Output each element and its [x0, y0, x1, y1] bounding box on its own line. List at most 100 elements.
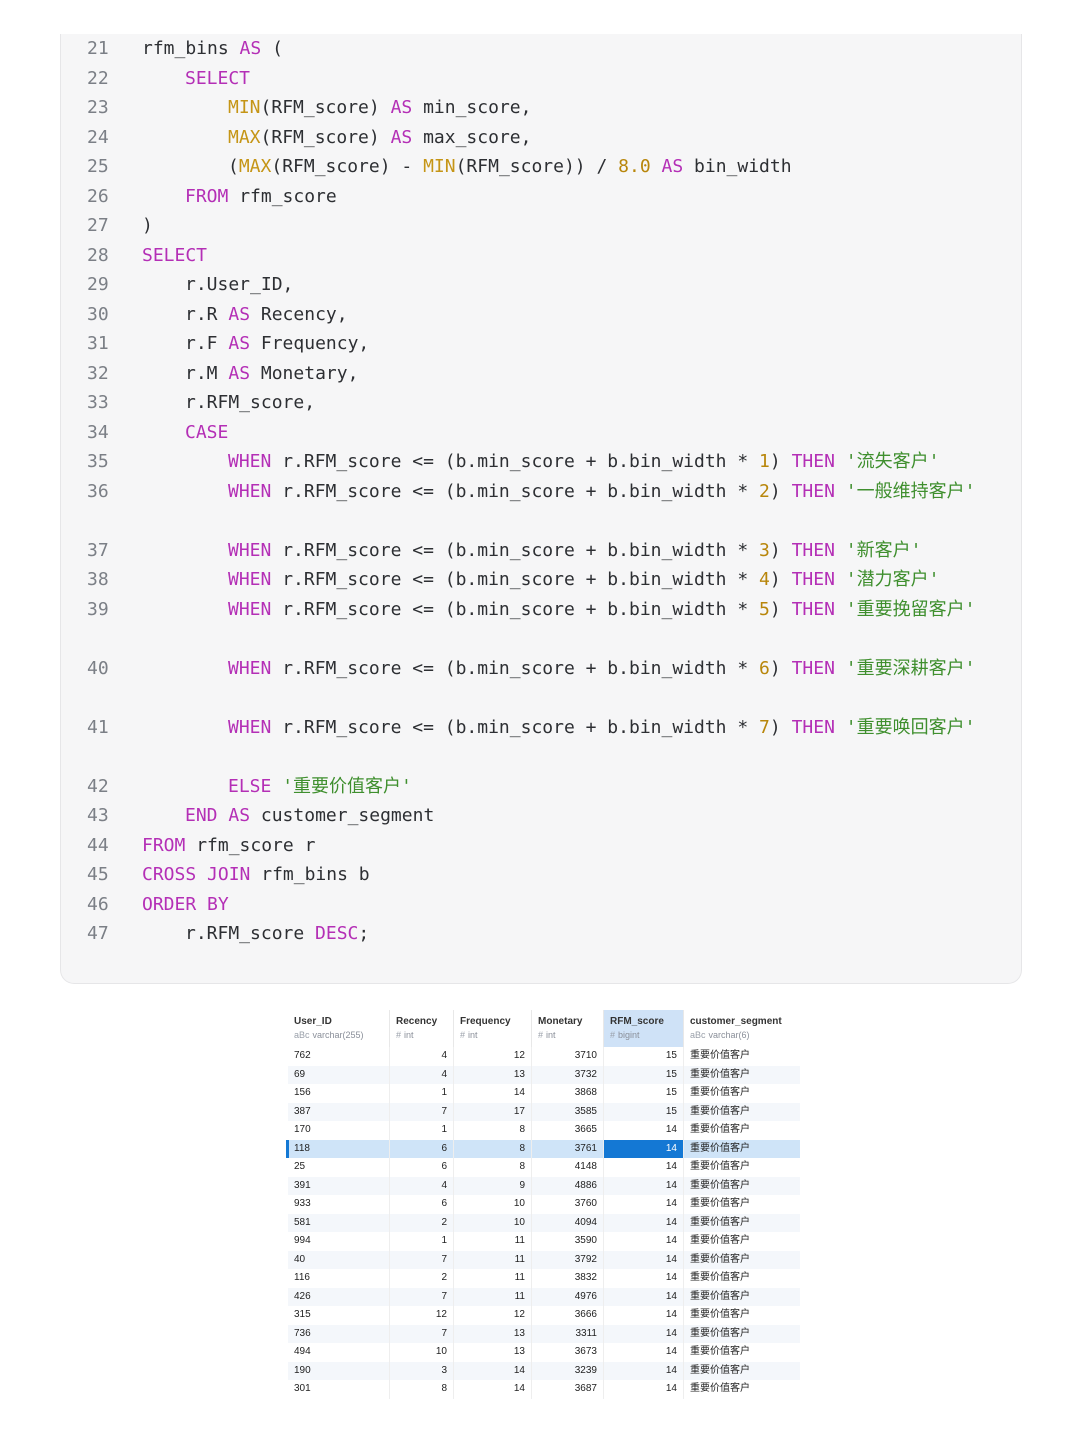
- table-cell[interactable]: 11: [454, 1250, 532, 1269]
- table-cell[interactable]: 69: [288, 1065, 390, 1084]
- table-cell[interactable]: 15: [604, 1102, 684, 1121]
- table-row[interactable]: 156 1 14 3868 15 重要价值客户: [288, 1084, 800, 1103]
- query-result-grid[interactable]: User_ID aBc varchar(255) Recency # int Frequen…: [286, 1010, 800, 1399]
- table-cell[interactable]: 2: [390, 1269, 454, 1288]
- table-cell[interactable]: 17: [454, 1102, 532, 1121]
- table-cell[interactable]: 14: [604, 1139, 684, 1158]
- table-cell[interactable]: 重要价值客户: [684, 1214, 800, 1233]
- table-cell[interactable]: 10: [454, 1213, 532, 1232]
- table-cell[interactable]: 4886: [532, 1176, 604, 1195]
- table-cell[interactable]: 重要价值客户: [684, 1306, 800, 1325]
- table-cell[interactable]: 4: [390, 1065, 454, 1084]
- table-cell[interactable]: 重要价值客户: [684, 1362, 800, 1381]
- table-cell[interactable]: 4148: [532, 1158, 604, 1177]
- table-cell[interactable]: 3868: [532, 1084, 604, 1103]
- table-cell[interactable]: 1: [390, 1084, 454, 1103]
- table-row[interactable]: 933 6 10 3760 14 重要价值客户: [288, 1195, 800, 1214]
- column-header-rfm-score[interactable]: RFM_score # bigint: [604, 1010, 684, 1047]
- column-header-recency[interactable]: Recency # int: [390, 1010, 454, 1047]
- table-cell[interactable]: 11: [454, 1269, 532, 1288]
- table-cell[interactable]: 8: [454, 1139, 532, 1158]
- table-row[interactable]: 190 3 14 3239 14 重要价值客户: [288, 1361, 800, 1381]
- table-cell[interactable]: 3832: [532, 1269, 604, 1288]
- column-header-frequency[interactable]: Frequency # int: [454, 1010, 532, 1047]
- table-cell[interactable]: 3687: [532, 1380, 604, 1399]
- table-cell[interactable]: 14: [604, 1158, 684, 1177]
- column-header-customer-segment[interactable]: customer_segment aBc varchar(6): [684, 1010, 800, 1047]
- table-cell[interactable]: 重要价值客户: [684, 1047, 800, 1066]
- table-cell[interactable]: 11: [454, 1232, 532, 1251]
- table-cell[interactable]: 14: [604, 1343, 684, 1362]
- table-cell[interactable]: 14: [454, 1361, 532, 1380]
- table-cell[interactable]: 391: [288, 1176, 390, 1195]
- table-cell[interactable]: 3792: [532, 1250, 604, 1269]
- table-cell[interactable]: 13: [454, 1065, 532, 1084]
- table-cell[interactable]: 13: [454, 1324, 532, 1343]
- sql-code-editor[interactable]: 21 rfm_bins AS (22 SELECT 23 MIN(RFM_score) …: [60, 34, 1022, 984]
- table-cell[interactable]: 12: [454, 1047, 532, 1066]
- table-cell[interactable]: 3710: [532, 1047, 604, 1066]
- table-cell[interactable]: 3239: [532, 1361, 604, 1380]
- table-cell[interactable]: 9: [454, 1176, 532, 1195]
- table-cell[interactable]: 6: [390, 1195, 454, 1214]
- table-cell[interactable]: 1: [390, 1121, 454, 1140]
- table-cell[interactable]: 1: [390, 1232, 454, 1251]
- table-cell[interactable]: 4: [390, 1047, 454, 1066]
- table-row[interactable]: 994 1 11 3590 14 重要价值客户: [288, 1232, 800, 1251]
- table-cell[interactable]: 3590: [532, 1232, 604, 1251]
- table-row[interactable]: 315 12 12 3666 14 重要价值客户: [288, 1306, 800, 1325]
- table-cell[interactable]: 重要价值客户: [684, 1103, 800, 1122]
- table-cell[interactable]: 14: [604, 1380, 684, 1399]
- table-row[interactable]: 40 7 11 3792 14 重要价值客户: [288, 1250, 800, 1270]
- table-row[interactable]: 391 4 9 4886 14 重要价值客户: [288, 1176, 800, 1195]
- table-cell[interactable]: 重要价值客户: [684, 1158, 800, 1177]
- table-cell[interactable]: 重要价值客户: [684, 1066, 800, 1085]
- table-cell[interactable]: 8: [454, 1121, 532, 1140]
- table-cell[interactable]: 933: [288, 1195, 390, 1214]
- table-cell[interactable]: 2: [390, 1213, 454, 1232]
- table-cell[interactable]: 重要价值客户: [684, 1251, 800, 1270]
- table-row[interactable]: 118 6 8 3761 14 重要价值客户: [288, 1139, 800, 1158]
- table-cell[interactable]: 301: [288, 1380, 390, 1399]
- table-cell[interactable]: 14: [604, 1232, 684, 1251]
- table-cell[interactable]: 315: [288, 1306, 390, 1325]
- table-cell[interactable]: 12: [454, 1306, 532, 1325]
- table-row[interactable]: 170 1 8 3665 14 重要价值客户: [288, 1121, 800, 1140]
- table-cell[interactable]: 118: [288, 1139, 390, 1158]
- table-cell[interactable]: 3760: [532, 1195, 604, 1214]
- table-cell[interactable]: 7: [390, 1287, 454, 1306]
- column-header-user-id[interactable]: User_ID aBc varchar(255): [288, 1010, 390, 1047]
- table-cell[interactable]: 15: [604, 1047, 684, 1066]
- table-cell[interactable]: 3732: [532, 1065, 604, 1084]
- table-cell[interactable]: 14: [604, 1250, 684, 1269]
- table-cell[interactable]: 4094: [532, 1213, 604, 1232]
- table-cell[interactable]: 25: [288, 1158, 390, 1177]
- table-cell[interactable]: 重要价值客户: [684, 1121, 800, 1140]
- table-cell[interactable]: 116: [288, 1269, 390, 1288]
- table-cell[interactable]: 重要价值客户: [684, 1288, 800, 1307]
- table-cell[interactable]: 426: [288, 1287, 390, 1306]
- table-cell[interactable]: 重要价值客户: [684, 1269, 800, 1288]
- table-cell[interactable]: 11: [454, 1287, 532, 1306]
- table-row[interactable]: 426 7 11 4976 14 重要价值客户: [288, 1287, 800, 1307]
- table-cell[interactable]: 6: [390, 1139, 454, 1158]
- table-row[interactable]: 736 7 13 3311 14 重要价值客户: [288, 1324, 800, 1343]
- table-cell[interactable]: 7: [390, 1250, 454, 1269]
- table-cell[interactable]: 994: [288, 1232, 390, 1251]
- column-header-monetary[interactable]: Monetary # int: [532, 1010, 604, 1047]
- table-cell[interactable]: 10: [454, 1195, 532, 1214]
- table-cell[interactable]: 14: [604, 1269, 684, 1288]
- table-cell[interactable]: 8: [454, 1158, 532, 1177]
- table-cell[interactable]: 14: [604, 1121, 684, 1140]
- table-row[interactable]: 69 4 13 3732 15 重要价值客户: [288, 1065, 800, 1085]
- table-row[interactable]: 494 10 13 3673 14 重要价值客户: [288, 1343, 800, 1362]
- table-cell[interactable]: 15: [604, 1065, 684, 1084]
- table-cell[interactable]: 4: [390, 1176, 454, 1195]
- table-cell[interactable]: 8: [390, 1380, 454, 1399]
- table-cell[interactable]: 10: [390, 1343, 454, 1362]
- table-row[interactable]: 581 2 10 4094 14 重要价值客户: [288, 1213, 800, 1233]
- table-row[interactable]: 762 4 12 3710 15 重要价值客户: [288, 1047, 800, 1066]
- table-cell[interactable]: 重要价值客户: [684, 1232, 800, 1251]
- table-cell[interactable]: 736: [288, 1324, 390, 1343]
- table-cell[interactable]: 3673: [532, 1343, 604, 1362]
